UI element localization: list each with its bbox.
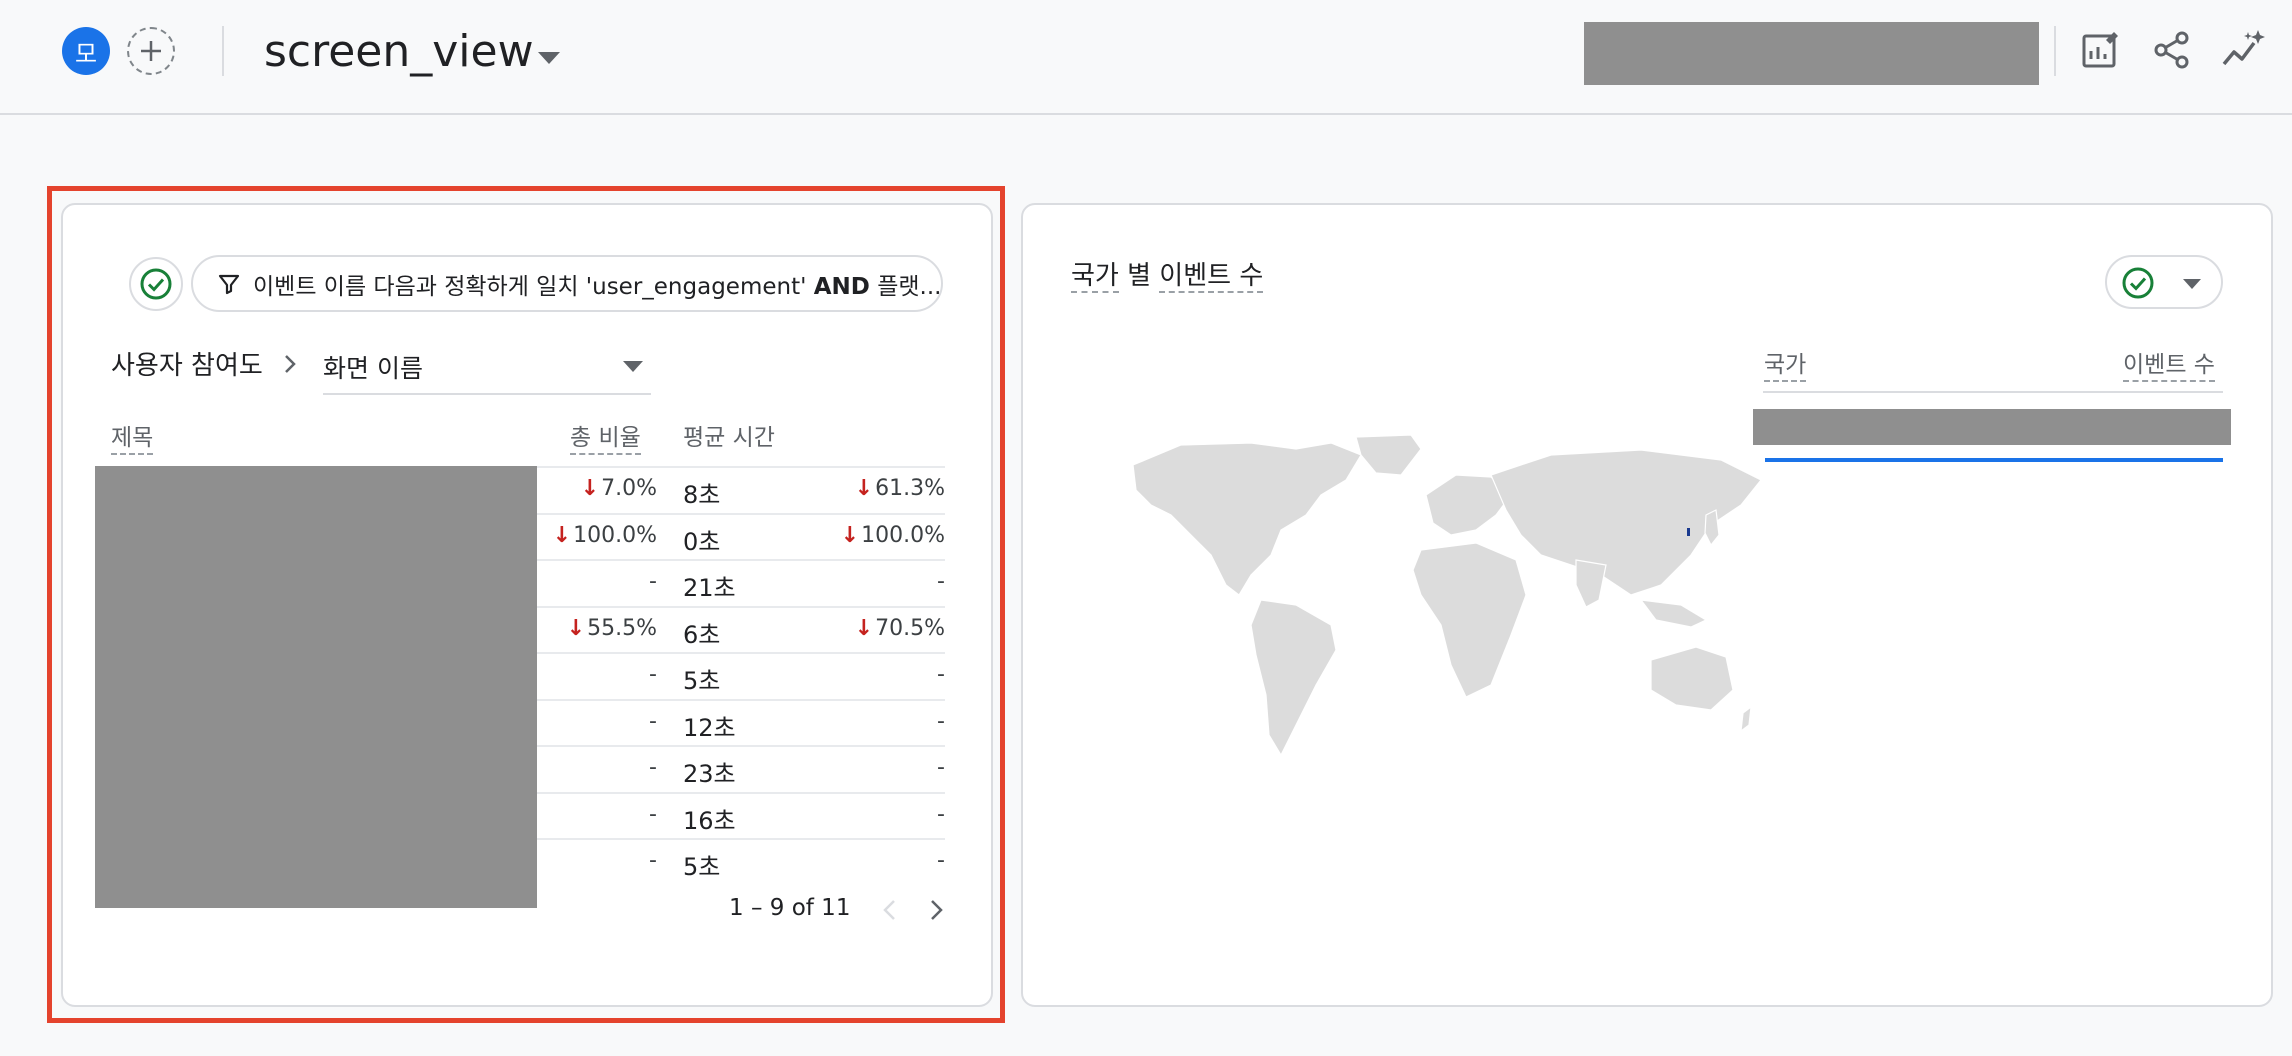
map-africa[interactable] <box>1412 542 1527 698</box>
events-by-country-card: 국가 별 이벤트 수 국가 이벤트 수 <box>1021 203 2273 1007</box>
map-asia[interactable] <box>1490 449 1762 596</box>
redacted-date-range <box>1584 22 2039 85</box>
event-count-bar <box>1765 458 2223 462</box>
plus-icon <box>141 41 161 61</box>
world-map[interactable] <box>1121 435 1771 775</box>
map-greenland[interactable] <box>1355 435 1422 476</box>
title-event-count[interactable]: 이벤트 수 <box>1159 261 1264 293</box>
map-north-america[interactable] <box>1132 442 1362 596</box>
add-comparison-button[interactable] <box>127 27 175 75</box>
report-header: 모 screen_view <box>0 0 2292 115</box>
col-header-country[interactable]: 국가 <box>1764 345 1807 382</box>
chevron-down-icon[interactable] <box>538 52 560 64</box>
comparison-check-dropdown[interactable] <box>2105 255 2223 309</box>
header-divider <box>1763 391 2223 393</box>
map-southeast-asia[interactable] <box>1639 599 1708 628</box>
insights-icon[interactable] <box>2220 26 2268 74</box>
share-icon[interactable] <box>2148 26 2196 74</box>
edit-report-icon[interactable] <box>2076 26 2124 74</box>
col-header-country-text: 국가 <box>1764 352 1807 382</box>
comparison-avatar[interactable]: 모 <box>62 27 110 75</box>
chevron-down-icon <box>2183 279 2201 289</box>
col-header-event-count-text: 이벤트 수 <box>2123 352 2215 382</box>
map-new-zealand[interactable] <box>1740 705 1752 733</box>
col-header-event-count[interactable]: 이벤트 수 <box>2123 345 2215 382</box>
page-title[interactable]: screen_view <box>264 26 534 77</box>
check-circle-icon <box>2122 267 2154 299</box>
map-australia[interactable] <box>1650 646 1734 711</box>
title-country[interactable]: 국가 <box>1071 261 1119 293</box>
redacted-country-row <box>1753 409 2231 445</box>
header-divider-2 <box>2054 26 2056 76</box>
map-india[interactable] <box>1575 559 1607 608</box>
card-title: 국가 별 이벤트 수 <box>1071 255 1264 293</box>
map-south-america[interactable] <box>1250 599 1337 757</box>
map-highlight-korea[interactable] <box>1687 528 1690 536</box>
map-japan[interactable] <box>1704 509 1720 547</box>
title-by: 별 <box>1127 261 1152 291</box>
highlight-frame <box>47 186 1005 1023</box>
header-divider <box>222 26 224 76</box>
